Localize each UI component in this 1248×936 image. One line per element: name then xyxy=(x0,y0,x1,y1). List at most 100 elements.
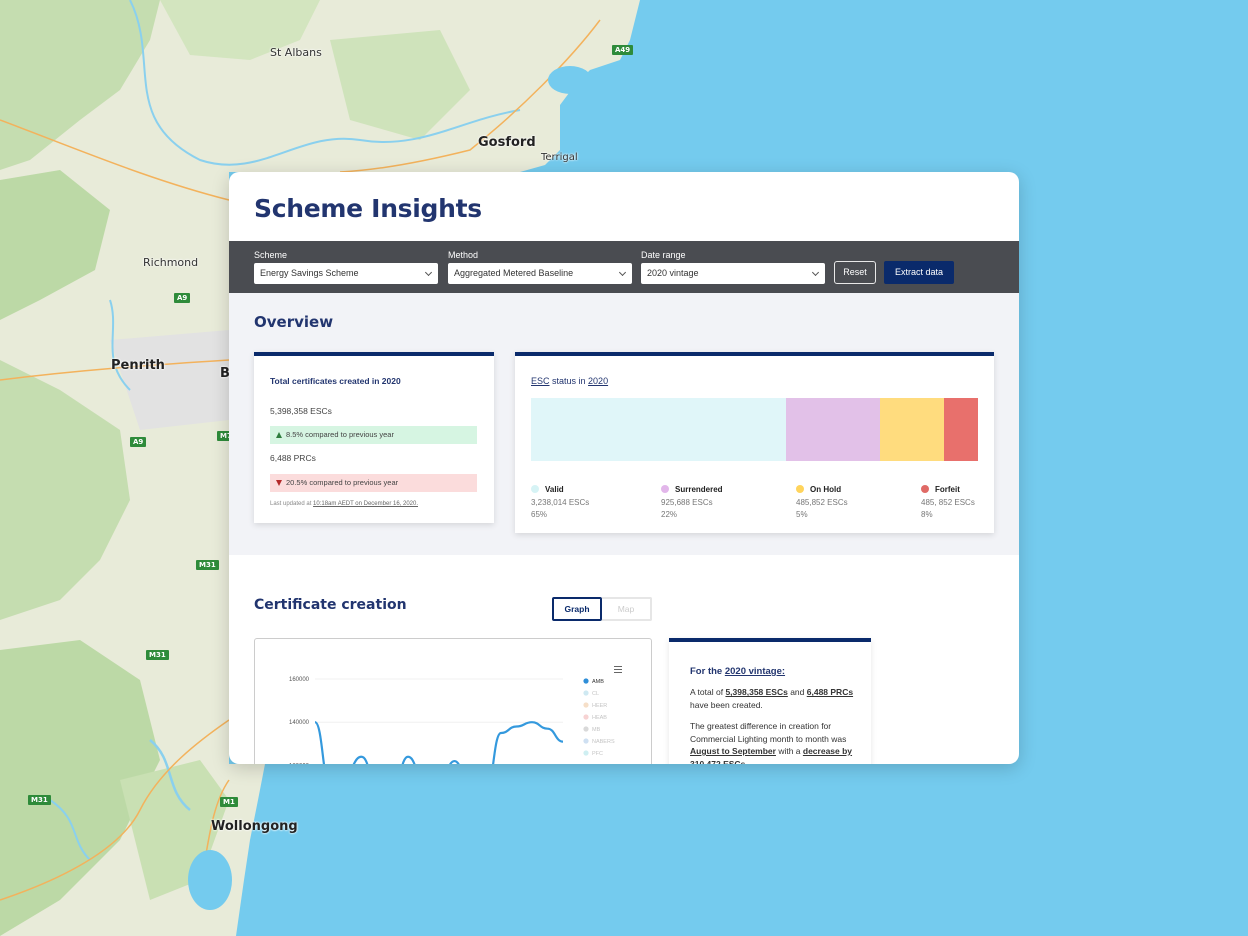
legend-item-forfeit: Forfeit 485, 852 ESCs 8% xyxy=(921,484,975,522)
vintage-link[interactable]: 2020 vintage: xyxy=(725,666,785,677)
road-shield-a9: A9 xyxy=(130,437,147,447)
chart-legend-pfc[interactable]: PFC xyxy=(592,751,603,757)
status-bar-segment-surrendered[interactable] xyxy=(785,398,880,461)
legend-percent: 5% xyxy=(796,510,808,519)
esc-status-panel: ESC status in 2020 Valid 3,238,014 ESCs 65… xyxy=(515,352,994,533)
road-shield-m31: M31 xyxy=(146,650,169,660)
method-select-value: Aggregated Metered Baseline xyxy=(454,268,574,278)
legend-dot-icon xyxy=(583,702,589,708)
prc-change-text: 20.5% compared to previous year xyxy=(286,478,399,487)
legend-item-on-hold: On Hold 485,852 ESCs 5% xyxy=(796,484,848,522)
insight-text: and xyxy=(787,687,807,697)
legend-dot-icon xyxy=(531,485,539,493)
insight-total-text: A total of 5,398,358 ESCs and 6,488 PRCs… xyxy=(690,686,858,711)
map-label-terrigal: Terrigal xyxy=(541,152,578,163)
road-shield-a9: A9 xyxy=(174,293,191,303)
road-shield-a49: A49 xyxy=(612,45,634,55)
esc-change-badge: 8.5% compared to previous year xyxy=(270,426,477,444)
chevron-down-icon xyxy=(618,268,627,277)
legend-item-surrendered: Surrendered 925,688 ESCs 22% xyxy=(661,484,723,522)
status-bar-segment-on-hold[interactable] xyxy=(879,398,945,461)
overview-section: Overview Total certificates created in 2… xyxy=(229,293,1019,555)
date-range-select[interactable]: 2020 vintage xyxy=(641,263,825,284)
legend-name: Forfeit xyxy=(935,485,960,494)
insight-title-prefix: For the xyxy=(690,666,725,677)
legend-dot-icon xyxy=(583,738,589,744)
legend-dot-icon xyxy=(583,750,589,756)
chevron-down-icon xyxy=(811,268,820,277)
insight-month-link[interactable]: August to September xyxy=(690,746,776,756)
insight-text: with a xyxy=(775,746,803,756)
chart-legend-heab[interactable]: HEAB xyxy=(592,715,607,721)
status-bar-segment-forfeit[interactable] xyxy=(944,398,978,461)
last-updated-prefix: Last updated at xyxy=(270,501,314,507)
insight-text: have been created. xyxy=(690,699,763,710)
scheme-select-value: Energy Savings Scheme xyxy=(260,268,359,278)
scheme-select[interactable]: Energy Savings Scheme xyxy=(254,263,438,284)
scheme-filter: Scheme Energy Savings Scheme xyxy=(254,250,438,284)
line-chart-svg: 160000 140000 120000 AMB CL HEER HEAB MB NABERS P… xyxy=(289,666,622,764)
legend-dot-icon xyxy=(661,485,669,493)
chart-legend-heer[interactable]: HEER xyxy=(592,703,607,709)
scheme-insights-card: Scheme Insights Scheme Energy Savings Sc… xyxy=(229,172,1019,764)
scheme-filter-label: Scheme xyxy=(254,250,288,260)
legend-value: 3,238,014 ESCs xyxy=(531,497,590,507)
legend-dot-icon xyxy=(583,678,589,684)
graph-toggle-button[interactable]: Graph xyxy=(552,597,602,621)
insight-difference-text: The greatest difference in creation for … xyxy=(690,720,858,764)
total-certificates-panel: Total certificates created in 2020 5,398… xyxy=(254,352,494,523)
legend-percent: 22% xyxy=(661,510,678,519)
legend-dot-icon xyxy=(796,485,804,493)
esc-change-text: 8.5% compared to previous year xyxy=(286,430,394,439)
insight-prc-link[interactable]: 6,488 PRCs xyxy=(807,687,853,697)
last-updated-link[interactable]: 10:18am AEDT on December 16, 2020. xyxy=(313,501,418,507)
map-label-gosford: Gosford xyxy=(478,135,536,150)
legend-name: Valid xyxy=(545,485,564,494)
insight-title: For the 2020 vintage: xyxy=(690,666,785,677)
year-link[interactable]: 2020 xyxy=(588,376,608,386)
certificate-creation-title: Certificate creation xyxy=(254,597,407,613)
map-toggle-button[interactable]: Map xyxy=(602,597,652,621)
legend-name: On Hold xyxy=(810,485,842,494)
road-shield-m31: M31 xyxy=(196,560,219,570)
legend-value: 925,688 ESCs xyxy=(661,497,713,507)
map-label-richmond: Richmond xyxy=(143,256,199,269)
legend-dot-icon xyxy=(583,714,589,720)
extract-data-button[interactable]: Extract data xyxy=(884,261,954,284)
chart-legend-cl[interactable]: CL xyxy=(592,691,599,697)
prc-change-badge: 20.5% compared to previous year xyxy=(270,474,477,492)
road-shield-m1: M1 xyxy=(220,797,238,807)
legend-dot-icon xyxy=(583,690,589,696)
insight-esc-link[interactable]: 5,398,358 ESCs xyxy=(725,687,787,697)
method-select[interactable]: Aggregated Metered Baseline xyxy=(448,263,632,284)
y-tick-label: 120000 xyxy=(289,763,310,764)
legend-name: Surrendered xyxy=(675,485,723,494)
status-bar-segment-valid[interactable] xyxy=(531,398,786,461)
insight-panel: For the 2020 vintage: A total of 5,398,3… xyxy=(669,638,871,764)
method-filter-label: Method xyxy=(448,250,479,260)
esc-link[interactable]: ESC xyxy=(531,376,550,386)
legend-item-valid: Valid 3,238,014 ESCs 65% xyxy=(531,484,589,522)
filter-bar: Scheme Energy Savings Scheme Method Aggr… xyxy=(229,241,1019,293)
legend-percent: 65% xyxy=(531,510,548,519)
y-tick-label: 140000 xyxy=(289,720,310,726)
esc-total: 5,398,358 ESCs xyxy=(270,406,332,416)
chart-legend-mb[interactable]: MB xyxy=(592,727,601,733)
legend-percent: 8% xyxy=(921,510,933,519)
map-label-penrith: Penrith xyxy=(111,358,165,373)
date-range-filter-label: Date range xyxy=(641,250,686,260)
reset-button[interactable]: Reset xyxy=(834,261,876,284)
chart-legend-nabers[interactable]: NABERS xyxy=(592,739,615,745)
y-tick-label: 160000 xyxy=(289,677,310,683)
certificate-creation-chart: 160000 140000 120000 AMB CL HEER HEAB MB NABERS P… xyxy=(254,638,652,764)
chart-legend-amb[interactable]: AMB xyxy=(592,679,604,685)
esc-status-title: ESC status in 2020 xyxy=(531,376,608,386)
legend-value: 485,852 ESCs xyxy=(796,497,848,507)
insight-text: The greatest difference in creation for … xyxy=(690,721,847,744)
triangle-down-icon xyxy=(276,480,282,486)
date-range-select-value: 2020 vintage xyxy=(647,268,699,278)
series-line-amb[interactable] xyxy=(313,721,564,764)
hamburger-menu-icon[interactable] xyxy=(614,666,622,673)
road-shield-m31: M31 xyxy=(28,795,51,805)
total-certificates-title: Total certificates created in 2020 xyxy=(270,376,401,386)
